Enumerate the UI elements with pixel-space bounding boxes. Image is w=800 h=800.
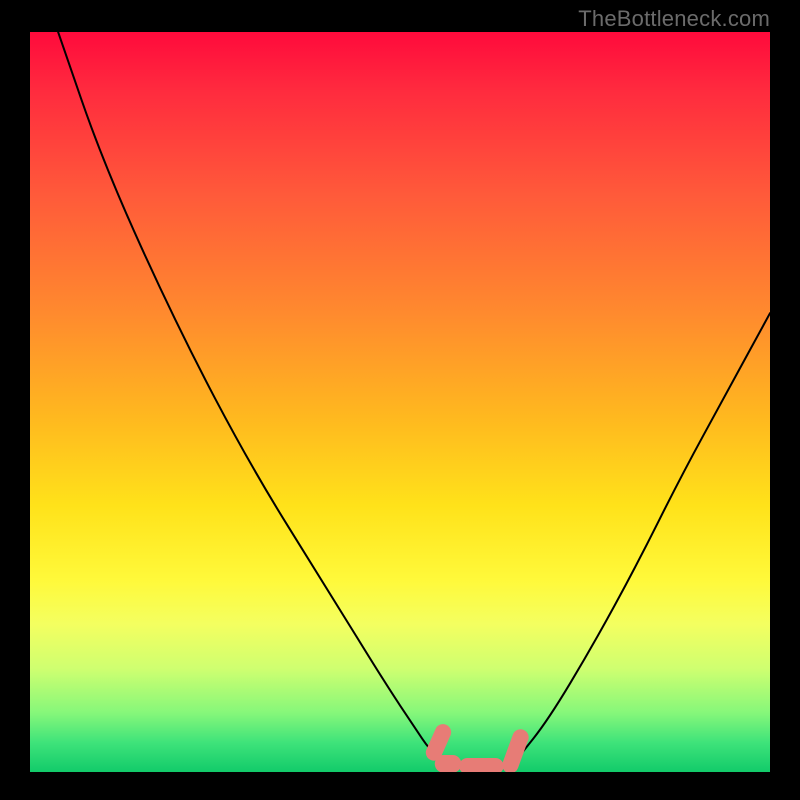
bottleneck-marker-2 <box>459 758 503 772</box>
series-left-branch <box>58 32 444 762</box>
watermark-text: TheBottleneck.com <box>578 6 770 32</box>
curve-layer <box>30 32 770 772</box>
bottleneck-marker-3 <box>500 727 531 772</box>
plot-area <box>30 32 770 772</box>
marker-group <box>423 722 531 772</box>
bottleneck-marker-1 <box>435 755 462 772</box>
chart-frame: TheBottleneck.com <box>0 0 800 800</box>
series-right-branch <box>518 313 770 757</box>
curve-group <box>58 32 770 766</box>
